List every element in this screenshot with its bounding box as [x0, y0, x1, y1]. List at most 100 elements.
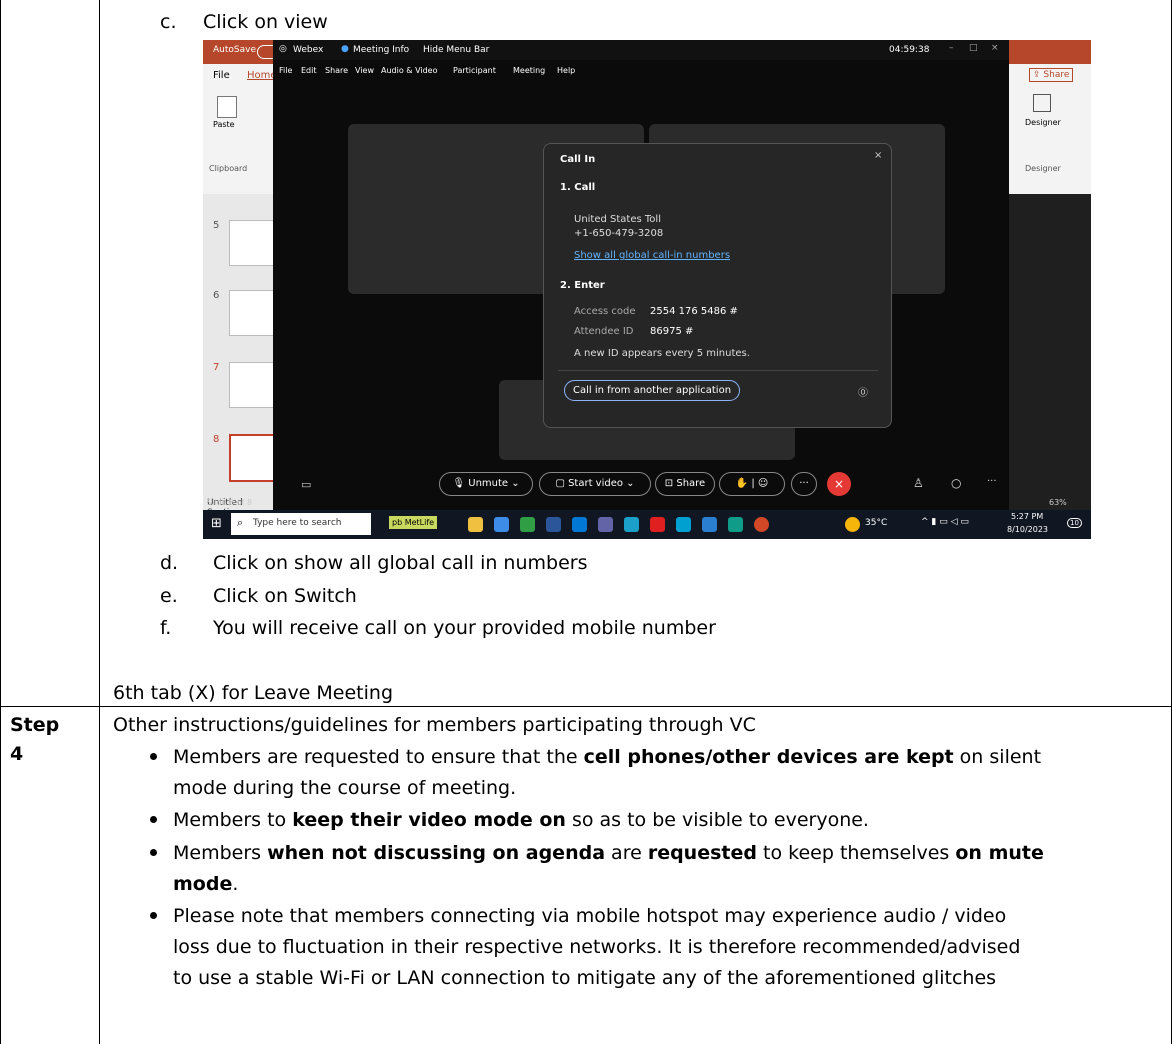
b2-part1: Members to: [173, 809, 293, 831]
share-content-button[interactable]: ⊡ Share: [655, 472, 715, 496]
share-content-label: Share: [676, 478, 706, 489]
step-f-letter: f.: [160, 617, 172, 639]
slide-thumb-6[interactable]: [229, 290, 275, 336]
notification-badge[interactable]: 10: [1067, 518, 1082, 528]
step-c: c.: [160, 10, 177, 34]
minimize-icon[interactable]: –: [949, 43, 954, 53]
slide-number-7: 7: [213, 362, 220, 373]
bullet-3: [150, 849, 157, 856]
bullet-4-text: Please note that members connecting via …: [173, 904, 1163, 990]
attendee-id-label: Attendee ID: [574, 326, 634, 337]
panel-more-icon[interactable]: ···: [987, 476, 997, 487]
taskbar-search-placeholder: Type here to search: [253, 518, 342, 528]
tray-icons[interactable]: ^ ▮ ▭ ◁ ▭: [921, 517, 969, 527]
chat-icon[interactable]: ○: [951, 476, 961, 490]
attendee-id-value: 86975 #: [650, 326, 694, 337]
step-d-letter: d.: [160, 552, 179, 574]
acrobat-icon[interactable]: [650, 517, 665, 532]
app-icon[interactable]: [702, 517, 717, 532]
step-c-text: Click on view: [203, 11, 328, 33]
file-tab[interactable]: File: [213, 70, 230, 81]
weather-temp[interactable]: 35°C: [865, 518, 887, 528]
chat-bubble-icon[interactable]: ▭: [301, 478, 311, 491]
b3-bold2: requested: [647, 842, 757, 864]
bullet-2: [150, 816, 157, 823]
designer-label: Designer: [1025, 118, 1061, 127]
menu-view[interactable]: View: [355, 66, 374, 75]
hide-menu-bar[interactable]: Hide Menu Bar: [423, 45, 489, 55]
bullet-1-text: Members are requested to ensure that the…: [173, 745, 1163, 800]
b3-part2: are: [605, 842, 648, 864]
dialog-close-icon[interactable]: ×: [874, 150, 882, 161]
clock-time[interactable]: 5:27 PM: [1011, 512, 1043, 521]
b1-line2: mode during the course of meeting.: [173, 777, 517, 799]
clock-date[interactable]: 8/10/2023: [1007, 525, 1048, 534]
designer-icon[interactable]: [1033, 94, 1051, 112]
autosave-label: AutoSave: [213, 45, 256, 55]
menu-edit[interactable]: Edit: [301, 66, 317, 75]
menu-participant[interactable]: Participant: [453, 66, 509, 75]
show-global-numbers-link[interactable]: Show all global call-in numbers: [574, 250, 730, 261]
powerpoint-icon[interactable]: [754, 517, 769, 532]
edge-icon[interactable]: [728, 517, 743, 532]
step4-label-word: Step: [10, 714, 60, 736]
participants-icon[interactable]: ♙: [913, 476, 924, 490]
b1-part1: Members are requested to ensure that the: [173, 746, 584, 768]
webex-window: ◎ Webex ● Meeting Info Hide Menu Bar 04:…: [273, 40, 1009, 524]
windows-start-icon[interactable]: ⊞: [211, 516, 222, 531]
paste-icon[interactable]: [217, 96, 237, 118]
leave-meeting-note: 6th tab (X) for Leave Meeting: [113, 682, 394, 704]
file-explorer-icon[interactable]: [468, 517, 483, 532]
table-column-divider: [99, 0, 100, 1044]
edge-legacy-icon[interactable]: [494, 517, 509, 532]
id-note: A new ID appears every 5 minutes.: [574, 348, 750, 359]
b4-line2: loss due to fluctuation in their respect…: [173, 936, 1021, 958]
bullet-1: [150, 753, 157, 760]
outlook-icon[interactable]: [572, 517, 587, 532]
maximize-icon[interactable]: □: [969, 43, 978, 53]
table-left-border: [0, 0, 1, 1044]
menu-file[interactable]: File: [279, 66, 292, 75]
b3-line2-bold: mode: [173, 873, 233, 895]
table-row-divider: [0, 706, 1172, 707]
slide-thumb-7[interactable]: [229, 362, 275, 408]
reactions-group[interactable]: ✋ | ☺: [719, 472, 785, 496]
b1-part2: on silent: [953, 746, 1042, 768]
chrome-icon[interactable]: [520, 517, 535, 532]
slide-number-8: 8: [213, 434, 220, 445]
pinned-metlife[interactable]: pb MetLife: [389, 516, 438, 529]
unmute-button[interactable]: 🎙 Unmute ⌄: [439, 472, 533, 496]
start-video-button[interactable]: ▢ Start video ⌄: [539, 472, 651, 496]
b3-bold3: on mute: [955, 842, 1044, 864]
step4-heading: Other instructions/guidelines for member…: [113, 714, 756, 736]
menu-audio-video[interactable]: Audio & Video: [381, 66, 451, 75]
dialog-divider: [558, 370, 878, 371]
leave-meeting-icon[interactable]: ×: [827, 472, 851, 496]
help-icon[interactable]: ⓪: [858, 384, 868, 399]
b2-bold: keep their video mode on: [292, 809, 566, 831]
meeting-info-icon: ●: [341, 44, 349, 54]
menu-help[interactable]: Help: [557, 66, 575, 75]
b4-line3: to use a stable Wi-Fi or LAN connection …: [173, 967, 997, 989]
close-window-icon[interactable]: ×: [991, 43, 999, 53]
slide-number-5: 5: [213, 220, 220, 231]
webex-app-name: Webex: [293, 45, 324, 55]
access-code-value: 2554 176 5486 #: [650, 306, 738, 317]
more-options-button[interactable]: ···: [791, 472, 817, 496]
bullet-2-text: Members to keep their video mode on so a…: [173, 808, 869, 832]
teams-icon[interactable]: [598, 517, 613, 532]
meeting-info[interactable]: Meeting Info: [353, 45, 409, 55]
slide-thumb-5[interactable]: [229, 220, 275, 266]
unmute-label: Unmute: [468, 478, 509, 489]
webex-logo-icon: ◎: [279, 44, 287, 54]
menu-share[interactable]: Share: [325, 66, 348, 75]
taskbar-search[interactable]: ⌕ Type here to search: [231, 513, 371, 535]
share-button[interactable]: ⇪ Share: [1029, 68, 1074, 82]
menu-meeting[interactable]: Meeting: [513, 66, 555, 75]
zoom-level: 63%: [1049, 498, 1067, 507]
webex-taskbar-icon[interactable]: [624, 517, 639, 532]
word-icon[interactable]: [546, 517, 561, 532]
webex-app-icon[interactable]: [676, 517, 691, 532]
slide-thumb-8[interactable]: [229, 434, 277, 482]
call-in-from-app-button[interactable]: Call in from another application: [564, 380, 741, 401]
